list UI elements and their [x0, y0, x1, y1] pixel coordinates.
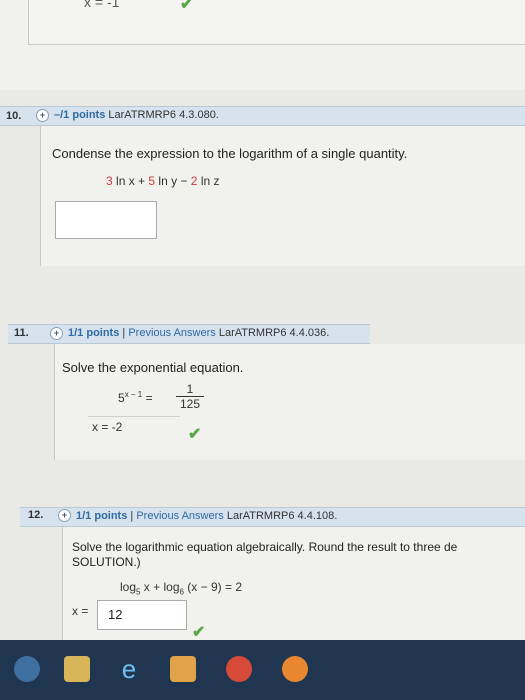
correct-check-icon: ✔	[180, 0, 194, 13]
previous-answer-value: -1	[106, 0, 120, 10]
source-label: LarATRMRP6 4.3.080.	[108, 109, 219, 121]
source-label: LarATRMRP6 4.4.108.	[226, 510, 338, 522]
start-icon[interactable]	[14, 656, 40, 682]
expand-plus-icon[interactable]: +	[58, 509, 71, 522]
correct-check-icon: ✔	[188, 426, 202, 443]
points-label: –/1 points	[54, 109, 106, 121]
fraction: 1 125	[176, 383, 204, 412]
expand-plus-icon[interactable]: +	[50, 327, 63, 340]
answer-input[interactable]	[88, 416, 180, 437]
expand-plus-icon[interactable]: +	[36, 109, 49, 122]
question-prompt: Solve the logarithmic equation algebraic…	[72, 540, 458, 554]
question-prompt: Solve the exponential equation.	[62, 360, 244, 375]
answer-input[interactable]: 12	[97, 600, 187, 630]
correct-check-icon: ✔	[192, 624, 206, 641]
answer-label: x =	[72, 604, 89, 618]
expression: 3 ln x + 5 ln y − 2 ln z	[106, 174, 220, 188]
question-prompt: Condense the expression to the logarithm…	[52, 146, 408, 161]
previous-answers-link[interactable]: Previous Answers	[136, 510, 223, 522]
question-number: 11.	[14, 327, 29, 339]
previous-answer-label: x = -1	[84, 0, 119, 10]
answer-input[interactable]	[55, 201, 157, 239]
internet-explorer-icon[interactable]: e	[116, 656, 142, 682]
source-label: LarATRMRP6 4.4.036.	[218, 327, 330, 339]
question-number: 10.	[6, 110, 22, 122]
file-explorer-icon[interactable]	[64, 656, 90, 682]
answer-value: 12	[108, 607, 123, 622]
question-11-meta: 1/1 points | Previous Answers LarATRMRP6…	[68, 327, 330, 339]
question-10-meta: –/1 points LarATRMRP6 4.3.080.	[54, 106, 219, 124]
equation: 5x − 1 =	[118, 390, 153, 405]
points-label: 1/1 points	[76, 510, 128, 522]
firefox-icon[interactable]	[282, 656, 308, 682]
previous-answers-link[interactable]: Previous Answers	[128, 327, 215, 339]
question-prompt-line2: SOLUTION.)	[72, 555, 141, 569]
question-number: 12.	[28, 509, 44, 521]
chrome-icon[interactable]	[226, 656, 252, 682]
question-12-meta: 1/1 points | Previous Answers LarATRMRP6…	[76, 510, 338, 522]
points-label: 1/1 points	[68, 327, 120, 339]
equation: log5 x + log6 (x − 9) = 2	[120, 580, 242, 597]
media-player-icon[interactable]	[170, 656, 196, 682]
